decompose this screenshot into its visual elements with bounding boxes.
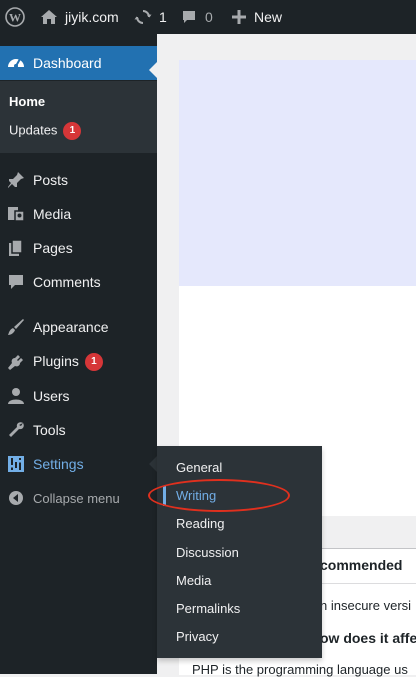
comment-bubble-icon [181,9,197,25]
pages-icon [6,238,26,258]
admin-bar: W jiyik.com 1 0 New [0,0,416,34]
flyout-permalinks[interactable]: Permalinks [176,601,240,616]
plus-icon [232,10,246,24]
site-health-heading: commended [320,557,403,573]
menu-users-label: Users [33,388,70,404]
menu-users[interactable]: Users [0,379,157,413]
flyout-arrow [149,456,157,472]
new-content-link[interactable]: New [232,0,282,34]
menu-tools-label: Tools [33,422,66,438]
menu-pages-label: Pages [33,240,73,256]
updates-link[interactable]: 1 [134,0,167,34]
settings-flyout-menu: General Writing Reading Discussion Media… [157,446,322,658]
flyout-privacy[interactable]: Privacy [176,629,219,644]
home-icon [40,9,58,25]
flyout-media[interactable]: Media [176,573,211,588]
site-name-link[interactable]: jiyik.com [40,0,119,34]
collapse-icon [6,488,26,508]
menu-plugins[interactable]: Plugins 1 [0,345,157,379]
site-health-question: ow does it affe [320,630,416,646]
menu-media-label: Media [33,206,72,222]
settings-icon [6,454,26,474]
svg-text:W: W [9,11,21,25]
menu-appearance-label: Appearance [33,319,109,335]
menu-appearance[interactable]: Appearance [0,310,157,344]
menu-comments[interactable]: Comments [0,265,157,299]
media-icon [6,204,26,224]
menu-posts-label: Posts [33,172,69,188]
menu-settings-label: Settings [33,456,84,472]
user-icon [6,386,26,406]
wrench-icon [6,420,26,440]
flyout-reading[interactable]: Reading [176,516,224,531]
wordpress-logo-icon[interactable]: W [5,0,25,34]
comments-count: 0 [205,9,213,25]
flyout-general[interactable]: General [176,460,222,475]
dashboard-gauge-icon [6,53,26,73]
menu-plugins-label: Plugins 1 [33,353,103,372]
submenu-updates-label: Updates [9,122,58,138]
site-health-paragraph: PHP is the programming language us [192,662,408,677]
menu-tools[interactable]: Tools [0,413,157,447]
plugins-badge: 1 [84,353,103,372]
active-marker [163,486,166,506]
brush-icon [6,317,26,337]
menu-comments-label: Comments [33,274,101,290]
current-menu-arrow [149,62,157,78]
new-label: New [254,9,283,25]
pin-icon [6,170,26,190]
dashboard-submenu [0,81,157,153]
menu-pages[interactable]: Pages [0,231,157,265]
flyout-discussion[interactable]: Discussion [176,545,239,560]
menu-dashboard[interactable]: Dashboard [0,46,157,80]
flyout-writing[interactable]: Writing [176,488,216,503]
site-health-issue-text[interactable]: n insecure versi [320,598,411,613]
updates-count: 1 [159,9,167,25]
welcome-panel-placeholder [179,60,416,286]
comment-icon [6,272,26,292]
menu-media[interactable]: Media [0,197,157,231]
comments-link[interactable]: 0 [181,0,213,34]
collapse-menu-label: Collapse menu [33,490,120,506]
submenu-updates[interactable]: Updates 1 [9,122,82,140]
plugin-icon [6,352,26,372]
submenu-home[interactable]: Home [9,94,45,109]
menu-posts[interactable]: Posts [0,163,157,197]
refresh-icon [134,8,152,26]
menu-dashboard-label: Dashboard [33,55,102,71]
updates-badge: 1 [63,122,82,140]
site-name: jiyik.com [65,9,119,25]
collapse-menu-button[interactable]: Collapse menu [0,481,157,515]
menu-settings[interactable]: Settings [0,447,157,481]
